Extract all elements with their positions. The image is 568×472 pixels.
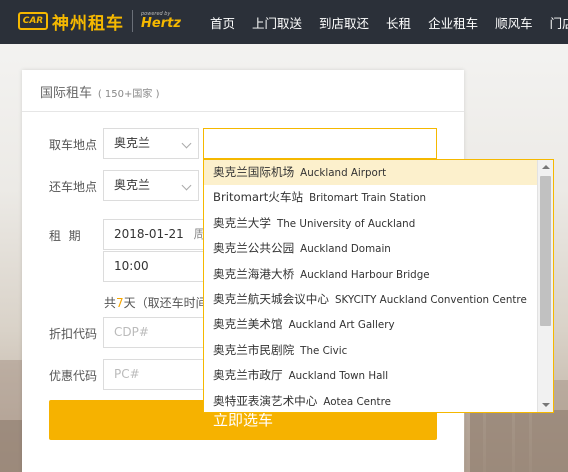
pickup-label: 取车地点 [49, 138, 98, 152]
pickup-country-select[interactable]: 奥克兰 [103, 128, 199, 159]
duration-suffix: 天（取还车时间 [123, 296, 208, 310]
pickup-country-value: 奥克兰 [114, 136, 151, 150]
brand-name: 神州租车 [52, 13, 124, 34]
hertz-logo: powered by Hertz [141, 12, 181, 31]
scroll-up-icon[interactable] [542, 165, 550, 169]
panel-title: 国际租车 [40, 86, 93, 101]
suggestion-name-zh: 奥克兰市政厅 [213, 368, 283, 383]
suggestion-item[interactable]: 奥克兰市政厅 Auckland Town Hall [204, 363, 537, 388]
chevron-down-icon [181, 138, 192, 149]
suggestion-name-en: Aotea Centre [323, 395, 391, 408]
nav-long-term[interactable]: 长租 [386, 13, 411, 32]
suggestion-name-zh: 奥克兰海港大桥 [213, 266, 295, 281]
return-country-select[interactable]: 奥克兰 [103, 170, 199, 201]
suggestion-name-zh: Britomart火车站 [213, 190, 304, 205]
suggestion-name-zh: 奥克兰航天城会议中心 [213, 291, 329, 306]
return-country-value: 奥克兰 [114, 178, 151, 192]
suggestion-item[interactable]: 奥克兰国际机场 Auckland Airport [204, 160, 537, 186]
panel-subtitle: ( 150+国家 ) [97, 89, 160, 100]
scroll-thumb[interactable] [540, 176, 551, 326]
suggestion-name-zh: 奥克兰市民剧院 [213, 342, 295, 357]
suggestion-name-en: Auckland Airport [300, 167, 387, 179]
partner-name: Hertz [141, 16, 181, 31]
nav-stores[interactable]: 门店 [550, 13, 568, 32]
suggestion-item[interactable]: 奥克兰海港大桥 Auckland Harbour Bridge [204, 262, 537, 287]
nav-rideshare[interactable]: 顺风车 [495, 13, 533, 32]
suggestion-name-zh: 奥克兰公共公园 [213, 241, 295, 256]
discount-code-label: 折扣代码 [49, 327, 98, 341]
suggestion-name-en: Britomart Train Station [309, 192, 427, 205]
coupon-code-label: 优惠代码 [49, 369, 98, 383]
nav-enterprise[interactable]: 企业租车 [428, 13, 478, 32]
suggestion-name-en: SKYCITY Auckland Convention Centre [334, 293, 527, 306]
suggestion-item[interactable]: 奥特亚表演艺术中心 Aotea Centre [204, 389, 537, 412]
chevron-down-icon [181, 180, 192, 191]
suggestion-item[interactable]: 奥克兰公共公园 Auckland Domain [204, 236, 537, 261]
dropdown-scrollbar[interactable] [537, 160, 553, 412]
top-navigation-bar: CAR 神州租车 powered by Hertz 首页 上门取送 到店取还 长… [0, 0, 568, 44]
suggestion-item[interactable]: Britomart火车站 Britomart Train Station [204, 185, 537, 210]
nav-store-pickup[interactable]: 到店取还 [319, 13, 369, 32]
suggestion-item[interactable]: 奥克兰美术馆 Auckland Art Gallery [204, 312, 537, 337]
suggestion-name-en: The University of Auckland [276, 217, 416, 230]
period-label: 租 期 [49, 229, 81, 243]
brand-logo[interactable]: CAR 神州租车 powered by Hertz [18, 9, 181, 34]
suggestion-name-zh: 奥克兰大学 [213, 215, 271, 230]
suggestion-name-en: Auckland Harbour Bridge [300, 268, 430, 281]
pickup-location-input[interactable] [203, 128, 437, 159]
rental-duration-note: 共7天（取还车时间 [104, 294, 208, 311]
suggestion-item[interactable]: 奥克兰航天城会议中心 SKYCITY Auckland Convention Ce… [204, 287, 537, 312]
logo-divider [132, 10, 133, 32]
duration-prefix: 共 [104, 296, 117, 310]
car-logo-mark: CAR [18, 12, 48, 30]
panel-header: 国际租车 ( 150+国家 ) [22, 70, 464, 112]
nav-home[interactable]: 首页 [210, 13, 235, 32]
suggestion-name-en: Auckland Town Hall [288, 370, 389, 383]
suggestion-name-en: The Civic [300, 344, 348, 357]
suggestion-item[interactable]: 奥克兰市民剧院 The Civic [204, 338, 537, 363]
duration-days: 7 [116, 296, 124, 310]
return-label: 还车地点 [49, 180, 98, 194]
suggestion-name-zh: 奥特亚表演艺术中心 [213, 393, 318, 408]
suggestion-name-en: Auckland Art Gallery [288, 319, 395, 332]
suggestion-name-zh: 奥克兰美术馆 [213, 317, 283, 332]
location-suggestions-dropdown: 奥克兰国际机场 Auckland Airport Britomart火车站 Brito… [203, 159, 554, 413]
suggestion-list: 奥克兰国际机场 Auckland Airport Britomart火车站 Brito… [204, 160, 537, 412]
suggestion-item[interactable]: 奥克兰大学 The University of Auckland [204, 211, 537, 236]
suggestion-name-zh: 奥克兰国际机场 [213, 165, 295, 179]
pickup-date-value: 2018-01-21 [114, 227, 184, 241]
nav-door-to-door[interactable]: 上门取送 [252, 13, 302, 32]
main-nav: 首页 上门取送 到店取还 长租 企业租车 顺风车 门店 [210, 0, 568, 44]
suggestion-name-en: Auckland Domain [300, 243, 391, 256]
scroll-down-icon[interactable] [542, 403, 550, 407]
